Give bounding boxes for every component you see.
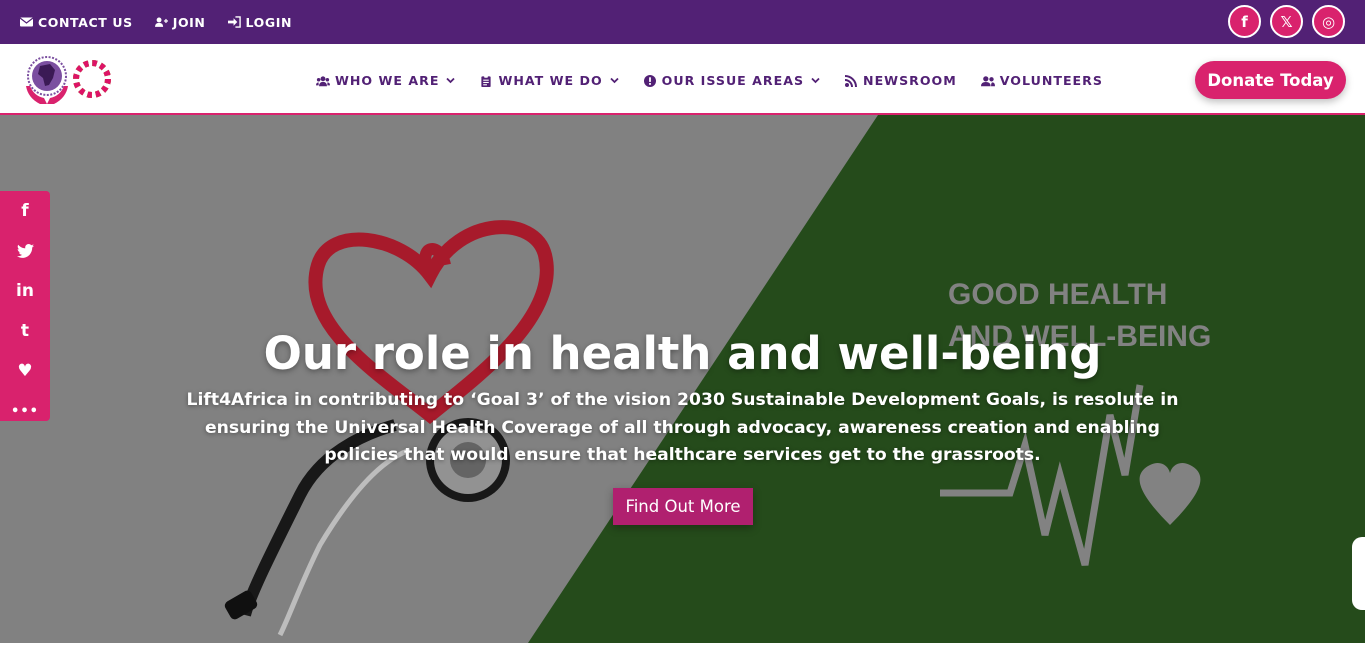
hero-title: Our role in health and well-being bbox=[263, 327, 1102, 380]
share-more-button[interactable]: ••• bbox=[0, 391, 50, 431]
share-linkedin-button[interactable]: in bbox=[0, 271, 50, 311]
instagram-icon: ◎ bbox=[1321, 12, 1336, 31]
info-circle-icon bbox=[643, 74, 656, 87]
join-link[interactable]: JOIN bbox=[154, 14, 206, 30]
rss-icon bbox=[844, 74, 858, 87]
side-tab-handle[interactable] bbox=[1352, 537, 1365, 610]
nav-who-we-are[interactable]: WHO WE ARE bbox=[316, 73, 456, 88]
main-nav: WHO WE ARE WHAT WE DO OUR ISSUE AREAS NE… bbox=[316, 73, 1103, 88]
nav-our-issue-areas[interactable]: OUR ISSUE AREAS bbox=[643, 73, 820, 88]
site-header: WHO WE ARE WHAT WE DO OUR ISSUE AREAS NE… bbox=[0, 44, 1365, 115]
more-icon: ••• bbox=[11, 403, 39, 419]
share-twitter-button[interactable] bbox=[0, 231, 50, 271]
share-sidebar: f in t ♥ ••• bbox=[0, 191, 50, 421]
user-friends-icon bbox=[980, 75, 995, 86]
login-link[interactable]: LOGIN bbox=[227, 14, 293, 30]
twitter-icon bbox=[16, 244, 34, 258]
heart-icon: ♥ bbox=[17, 361, 33, 381]
contact-us-link[interactable]: CONTACT US bbox=[20, 15, 133, 30]
login-label: LOGIN bbox=[245, 14, 293, 30]
nav-who-we-are-label: WHO WE ARE bbox=[335, 73, 440, 88]
tumblr-icon: t bbox=[20, 321, 30, 341]
donate-button[interactable]: Donate Today bbox=[1195, 61, 1346, 99]
nav-what-we-do-label: WHAT WE DO bbox=[498, 73, 603, 88]
facebook-icon: f bbox=[1241, 12, 1248, 31]
chevron-down-icon bbox=[610, 77, 619, 84]
hero-section: GOOD HEALTH AND WELL-BEING Our role in h… bbox=[0, 115, 1365, 643]
nav-our-issue-areas-label: OUR ISSUE AREAS bbox=[661, 73, 805, 88]
sign-in-icon bbox=[227, 16, 241, 28]
x-twitter-icon: 𝕏 bbox=[1280, 12, 1293, 31]
share-facebook-button[interactable]: f bbox=[0, 191, 50, 231]
chevron-down-icon bbox=[446, 77, 456, 84]
facebook-icon: f bbox=[21, 201, 29, 221]
top-bar: CONTACT US JOIN LOGIN f 𝕏 ◎ bbox=[0, 0, 1365, 44]
share-favorite-button[interactable]: ♥ bbox=[0, 351, 50, 391]
linkedin-icon: in bbox=[16, 281, 34, 301]
user-plus-icon bbox=[154, 17, 168, 27]
nav-volunteers[interactable]: VOLUNTEERS bbox=[980, 73, 1103, 88]
site-logo[interactable] bbox=[20, 52, 112, 110]
find-out-more-button[interactable]: Find Out More bbox=[613, 488, 753, 525]
users-icon bbox=[316, 75, 330, 86]
nav-volunteers-label: VOLUNTEERS bbox=[999, 73, 1103, 88]
top-links: CONTACT US JOIN LOGIN bbox=[20, 15, 292, 30]
envelope-icon bbox=[20, 17, 33, 27]
x-social-button[interactable]: 𝕏 bbox=[1270, 5, 1303, 38]
nav-what-we-do[interactable]: WHAT WE DO bbox=[479, 73, 619, 88]
contact-us-label: CONTACT US bbox=[38, 14, 133, 30]
nav-newsroom-label: NEWSROOM bbox=[863, 73, 957, 88]
nav-newsroom[interactable]: NEWSROOM bbox=[844, 73, 957, 88]
hero-description: Lift4Africa in contributing to ‘Goal 3’ … bbox=[186, 390, 1179, 465]
social-links: f 𝕏 ◎ bbox=[1228, 5, 1345, 38]
page-bottom bbox=[0, 643, 1365, 657]
instagram-social-button[interactable]: ◎ bbox=[1312, 5, 1345, 38]
chevron-down-icon bbox=[811, 77, 820, 84]
share-tumblr-button[interactable]: t bbox=[0, 311, 50, 351]
join-label: JOIN bbox=[172, 14, 206, 30]
facebook-social-button[interactable]: f bbox=[1228, 5, 1261, 38]
clipboard-icon bbox=[481, 74, 492, 87]
